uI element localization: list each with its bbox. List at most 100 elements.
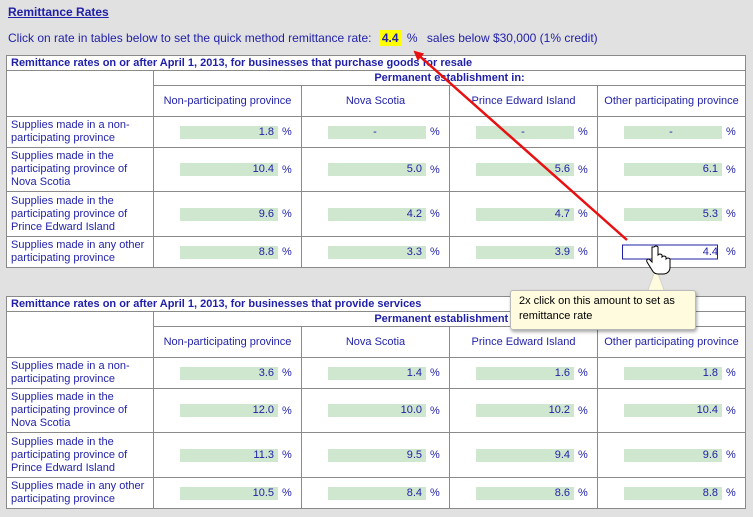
- rate-value[interactable]: 10.0: [328, 404, 426, 417]
- rate-value[interactable]: 8.8: [180, 245, 278, 259]
- rate-value[interactable]: 1.8: [180, 125, 278, 139]
- rate-cell[interactable]: 10.0%: [301, 388, 450, 433]
- rate-value[interactable]: 8.6: [476, 486, 574, 500]
- rate-value[interactable]: 4.2: [328, 207, 426, 221]
- intro-text: Click on rate in tables below to set the…: [8, 31, 372, 45]
- percent-unit: %: [726, 163, 736, 176]
- rate-cell[interactable]: 3.9%: [449, 236, 598, 268]
- percent-unit: %: [578, 246, 588, 258]
- rate-cell[interactable]: 1.4%: [301, 357, 450, 389]
- row-label: Supplies made in a non-participating pro…: [6, 357, 154, 389]
- selected-rate-value[interactable]: 4.4: [624, 246, 722, 259]
- row-label: Supplies made in any other participating…: [6, 236, 154, 268]
- rate-cell[interactable]: 8.4%: [301, 477, 450, 509]
- percent-unit: %: [578, 208, 588, 220]
- goods-col-header: Other participating province: [596, 85, 747, 117]
- services-col-header: Prince Edward Island: [449, 326, 598, 358]
- rate-value[interactable]: 9.4: [476, 448, 574, 462]
- rate-value[interactable]: 3.9: [476, 245, 574, 259]
- rate-value[interactable]: 10.4: [180, 163, 278, 176]
- rate-cell[interactable]: 9.4%: [449, 432, 598, 478]
- rate-value[interactable]: 1.8: [624, 366, 722, 380]
- table-row: Supplies made in the participating provi…: [6, 432, 747, 478]
- rate-cell[interactable]: 4.2%: [301, 191, 450, 237]
- rate-value[interactable]: 1.4: [328, 366, 426, 380]
- rate-cell[interactable]: 1.8%: [153, 116, 302, 148]
- rate-cell[interactable]: 8.8%: [153, 236, 302, 268]
- rate-value[interactable]: 8.8: [624, 486, 722, 500]
- rate-value[interactable]: -: [476, 125, 574, 139]
- row-label: Supplies made in any other participating…: [6, 477, 154, 509]
- rate-cell[interactable]: -%: [449, 116, 598, 148]
- corner-cell: [6, 70, 154, 117]
- percent-unit: %: [430, 487, 440, 499]
- rate-value[interactable]: 6.1: [624, 163, 722, 176]
- rate-value[interactable]: 5.0: [328, 163, 426, 176]
- percent-unit: %: [430, 404, 440, 417]
- percent-unit: %: [726, 404, 736, 417]
- percent-unit: %: [726, 449, 736, 461]
- rate-cell[interactable]: 4.7%: [449, 191, 598, 237]
- percent-unit: %: [282, 367, 292, 379]
- rate-cell[interactable]: -%: [301, 116, 450, 148]
- rate-value[interactable]: 3.6: [180, 366, 278, 380]
- rate-cell[interactable]: 3.3%: [301, 236, 450, 268]
- percent-unit: %: [430, 449, 440, 461]
- rate-value[interactable]: 9.6: [624, 448, 722, 462]
- rate-value[interactable]: 10.2: [476, 404, 574, 417]
- rate-value[interactable]: -: [328, 125, 426, 139]
- percent-unit: %: [282, 404, 292, 417]
- rate-cell[interactable]: 10.2%: [449, 388, 598, 433]
- goods-col-header: Prince Edward Island: [449, 85, 598, 117]
- rate-cell[interactable]: 8.8%: [596, 477, 747, 509]
- rate-value[interactable]: 8.4: [328, 486, 426, 500]
- percent-unit: %: [578, 126, 588, 138]
- rate-cell[interactable]: -%: [596, 116, 747, 148]
- rate-value[interactable]: 3.3: [328, 245, 426, 259]
- rate-cell[interactable]: 9.6%: [596, 432, 747, 478]
- selected-rate-cell[interactable]: 4.4%: [596, 236, 747, 268]
- table-row: Supplies made in the participating provi…: [6, 147, 747, 192]
- percent-unit: %: [430, 163, 440, 176]
- percent-unit: %: [282, 126, 292, 138]
- percent-unit: %: [282, 163, 292, 176]
- rate-value[interactable]: 5.3: [624, 207, 722, 221]
- rate-value[interactable]: 4.7: [476, 207, 574, 221]
- row-label: Supplies made in a non-participating pro…: [6, 116, 154, 148]
- rate-value[interactable]: 9.6: [180, 207, 278, 221]
- rate-value[interactable]: 10.5: [180, 486, 278, 500]
- rate-value[interactable]: 10.4: [624, 404, 722, 417]
- rate-cell[interactable]: 5.3%: [596, 191, 747, 237]
- rate-value[interactable]: 11.3: [180, 448, 278, 462]
- rate-cell[interactable]: 5.6%: [449, 147, 598, 192]
- rate-cell[interactable]: 10.4%: [153, 147, 302, 192]
- rate-value[interactable]: -: [624, 125, 722, 139]
- rate-cell[interactable]: 12.0%: [153, 388, 302, 433]
- rate-cell[interactable]: 1.8%: [596, 357, 747, 389]
- percent-unit: %: [282, 449, 292, 461]
- rate-cell[interactable]: 9.6%: [153, 191, 302, 237]
- rate-cell[interactable]: 10.5%: [153, 477, 302, 509]
- rate-value[interactable]: 1.6: [476, 366, 574, 380]
- intro-line: Click on rate in tables below to set the…: [8, 30, 598, 46]
- page-title[interactable]: Remittance Rates: [8, 5, 109, 19]
- rate-cell[interactable]: 5.0%: [301, 147, 450, 192]
- rate-cell[interactable]: 8.6%: [449, 477, 598, 509]
- rate-value[interactable]: 9.5: [328, 448, 426, 462]
- table-row: Supplies made in any other participating…: [6, 477, 747, 509]
- rate-cell[interactable]: 6.1%: [596, 147, 747, 192]
- goods-col-header: Non-participating province: [153, 85, 302, 117]
- rate-cell[interactable]: 10.4%: [596, 388, 747, 433]
- rate-cell[interactable]: 9.5%: [301, 432, 450, 478]
- percent-unit: %: [430, 246, 440, 258]
- percent-unit: %: [578, 163, 588, 176]
- goods-perm-label: Permanent establishment in:: [152, 70, 747, 86]
- rate-value[interactable]: 12.0: [180, 404, 278, 417]
- rate-cell[interactable]: 3.6%: [153, 357, 302, 389]
- rate-cell[interactable]: 1.6%: [449, 357, 598, 389]
- goods-col-header: Nova Scotia: [301, 85, 450, 117]
- rate-cell[interactable]: 11.3%: [153, 432, 302, 478]
- remittance-rate-unit: %: [406, 31, 418, 45]
- services-col-header: Non-participating province: [153, 326, 302, 358]
- rate-value[interactable]: 5.6: [476, 163, 574, 176]
